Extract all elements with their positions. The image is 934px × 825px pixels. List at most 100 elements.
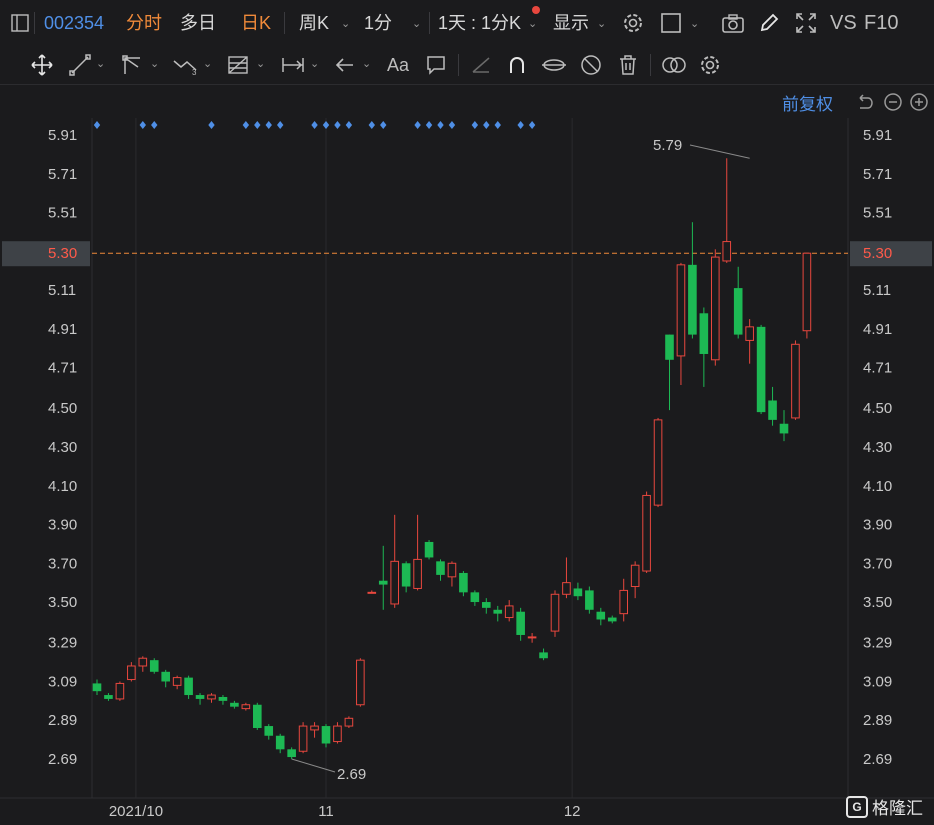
y-tick-label-left: 3.70 bbox=[48, 555, 77, 572]
range-measure-icon[interactable] bbox=[280, 53, 306, 77]
candle-body bbox=[184, 677, 193, 696]
candle-body bbox=[482, 602, 491, 608]
vs-compare-button[interactable]: VS bbox=[830, 0, 857, 46]
candle-body bbox=[733, 288, 743, 335]
candle-body bbox=[378, 580, 388, 585]
event-marker-icon bbox=[448, 121, 456, 129]
max-label-leader bbox=[689, 144, 750, 159]
current-price-tag-right bbox=[850, 241, 932, 267]
event-marker-icon bbox=[345, 121, 353, 129]
note-tool-icon[interactable] bbox=[424, 53, 448, 77]
candle-body bbox=[413, 558, 422, 589]
y-tick-label-right: 4.30 bbox=[863, 439, 892, 456]
tab-daily-k[interactable]: 日K bbox=[241, 0, 271, 46]
candle-body bbox=[333, 725, 342, 743]
price-adjust-toggle[interactable]: 前复权 bbox=[782, 90, 833, 115]
chevron-down-icon: ⌄ bbox=[362, 58, 372, 70]
y-tick-label-right: 3.90 bbox=[863, 517, 892, 534]
candle-body bbox=[390, 560, 399, 605]
zoom-out-icon[interactable] bbox=[883, 92, 903, 112]
event-marker-icon bbox=[471, 121, 479, 129]
y-tick-label-right: 3.29 bbox=[863, 635, 892, 652]
camera-icon[interactable] bbox=[720, 11, 746, 35]
y-tick-label-right: 4.71 bbox=[863, 360, 892, 377]
zoom-in-icon[interactable] bbox=[909, 92, 929, 112]
tab-multiday[interactable]: 多日 bbox=[180, 0, 216, 46]
candle-body bbox=[642, 494, 651, 572]
watermark-text: 格隆汇 bbox=[872, 799, 923, 818]
y-tick-label-right: 5.51 bbox=[863, 205, 892, 222]
event-marker-icon bbox=[265, 121, 272, 129]
candle-body bbox=[459, 572, 468, 593]
candle-body bbox=[367, 591, 377, 594]
settings-gear-icon[interactable] bbox=[621, 11, 645, 35]
candle-body bbox=[401, 563, 411, 587]
candle-body bbox=[230, 702, 239, 707]
period-week-select[interactable]: 周K bbox=[299, 0, 329, 46]
candle-body bbox=[802, 252, 812, 332]
candle-body bbox=[344, 717, 354, 727]
range-select[interactable]: 1天 : 1分K bbox=[438, 0, 521, 46]
min-price-label: 2.69 bbox=[337, 766, 366, 783]
candle-body bbox=[241, 704, 251, 710]
max-price-label: 5.79 bbox=[653, 137, 682, 154]
y-tick-label-left: 3.90 bbox=[48, 517, 77, 534]
candle-body bbox=[791, 343, 800, 419]
hide-drawings-icon[interactable] bbox=[579, 53, 603, 77]
candle-body bbox=[504, 605, 514, 619]
checkbox-icon[interactable] bbox=[659, 11, 683, 35]
current-price-tag-left bbox=[2, 241, 90, 267]
candle-body bbox=[756, 326, 766, 413]
y-tick-label-left: 4.30 bbox=[48, 439, 77, 456]
wave-tool-icon[interactable]: 3 bbox=[172, 53, 200, 77]
tab-intraday[interactable]: 分时 bbox=[126, 0, 162, 46]
candle-body bbox=[447, 562, 457, 578]
move-cross-icon[interactable] bbox=[30, 53, 54, 77]
candle-body bbox=[92, 683, 102, 692]
trash-icon[interactable] bbox=[616, 53, 640, 77]
ray-tool-icon[interactable] bbox=[120, 53, 144, 77]
candle-body bbox=[745, 326, 754, 341]
chevron-down-icon: ⌄ bbox=[412, 18, 422, 30]
current-price-label-right: 5.30 bbox=[863, 245, 892, 262]
candle-body bbox=[722, 241, 732, 262]
event-marker-icon bbox=[334, 121, 341, 129]
f10-button[interactable]: F10 bbox=[864, 0, 898, 46]
arrow-left-icon[interactable] bbox=[333, 53, 357, 77]
candlestick-chart[interactable]: 2021/10 11 12 5.91 5.91 5.71 5.71 5.51 5.51 5.11 5… bbox=[0, 0, 934, 825]
text-tool-icon[interactable]: Aa bbox=[384, 53, 412, 77]
display-select[interactable]: 显示 bbox=[553, 0, 589, 46]
lock-drawings-icon[interactable] bbox=[541, 53, 567, 77]
candle-body bbox=[436, 561, 445, 575]
chevron-down-icon: ⌄ bbox=[341, 18, 351, 30]
eraser-line-icon[interactable] bbox=[469, 53, 493, 77]
candle-body bbox=[516, 611, 525, 635]
candle-body bbox=[104, 695, 113, 699]
candle-body bbox=[573, 588, 583, 597]
panel-toggle-icon[interactable] bbox=[10, 13, 30, 33]
candle-body bbox=[630, 564, 640, 588]
overlay-circles-icon[interactable] bbox=[660, 53, 688, 77]
candle-body bbox=[218, 696, 228, 701]
fullscreen-icon[interactable] bbox=[794, 11, 818, 35]
event-marker-icon bbox=[322, 121, 330, 129]
drawing-toolbar: ⌄ ⌄ 3 ⌄ ⌄ ⌄ ⌄ Aa bbox=[0, 46, 934, 85]
line-tool-icon[interactable] bbox=[68, 53, 92, 77]
y-tick-label-right: 4.50 bbox=[863, 400, 892, 417]
drawing-settings-gear-icon[interactable] bbox=[698, 53, 722, 77]
stock-code[interactable]: 002354 bbox=[44, 0, 104, 46]
y-tick-label-right: 5.71 bbox=[863, 166, 892, 183]
candle-body bbox=[688, 264, 697, 335]
y-tick-label-left: 3.29 bbox=[48, 635, 77, 652]
event-marker-icon bbox=[494, 121, 501, 129]
candle-body bbox=[699, 313, 709, 354]
y-tick-label-right: 5.11 bbox=[863, 282, 891, 299]
magnet-icon[interactable] bbox=[505, 53, 529, 77]
period-minute-select[interactable]: 1分 bbox=[364, 0, 392, 46]
fibonacci-tool-icon[interactable] bbox=[226, 53, 250, 77]
pencil-icon[interactable] bbox=[757, 11, 781, 35]
undo-icon[interactable] bbox=[855, 92, 875, 112]
y-tick-label-left: 4.50 bbox=[48, 400, 77, 417]
event-marker-icon bbox=[208, 121, 215, 129]
chevron-down-icon: ⌄ bbox=[203, 58, 213, 70]
